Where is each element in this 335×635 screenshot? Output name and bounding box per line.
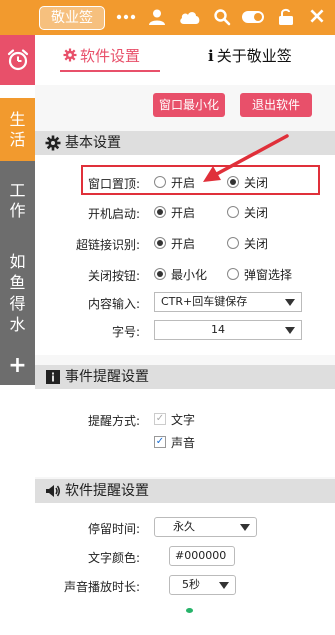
search-icon[interactable] <box>212 6 232 28</box>
hyperlink-label: 超链接识别: <box>75 238 140 252</box>
content-input-select[interactable]: CTR+回车键保存 <box>154 292 302 312</box>
close-icon[interactable]: × <box>306 6 328 28</box>
startup-off-text: 关闭 <box>244 206 269 220</box>
info-icon <box>46 370 60 384</box>
close-button-label: 关闭按钮: <box>87 269 140 283</box>
top-bar: 敬业签 × <box>0 0 335 35</box>
tab-software-settings[interactable]: 软件设置 <box>63 41 140 71</box>
info-icon: i <box>208 47 214 65</box>
font-size-value: 14 <box>211 323 225 336</box>
close-minimize-text: 最小化 <box>171 268 208 282</box>
software-reminder-body: 停留时间: 永久 文字颜色: #000000 声音播放时长: 5秒 <box>35 503 335 635</box>
gear-icon <box>45 135 61 151</box>
chevron-down-icon <box>219 582 229 589</box>
startup-on-text: 开启 <box>171 206 196 220</box>
left-sidebar: 生 活 工 作 如 鱼 得 水 + <box>0 35 35 635</box>
chevron-down-icon <box>240 524 250 531</box>
user-icon[interactable] <box>146 6 168 28</box>
software-reminder-header: 软件提醒设置 <box>35 479 335 503</box>
sidebar-item-life[interactable]: 生 活 <box>0 98 35 161</box>
exit-software-button[interactable]: 退出软件 <box>240 93 312 117</box>
startup-off-radio[interactable] <box>227 206 239 218</box>
text-color-input[interactable]: #000000 <box>169 546 235 566</box>
toggle-icon[interactable] <box>240 6 266 28</box>
speaker-icon <box>46 485 60 497</box>
tab-software-settings-label: 软件设置 <box>80 47 141 65</box>
content-input-label: 内容输入: <box>87 297 140 311</box>
stay-time-label: 停留时间: <box>87 522 140 536</box>
close-popup-text: 弹窗选择 <box>244 268 293 282</box>
sound-duration-label: 声音播放时长: <box>63 580 140 594</box>
sound-reminder-checkbox[interactable]: ✓ <box>154 436 166 448</box>
settings-panel: 软件设置 i 关于敬业签 窗口最小化 退出软件 基本设置 窗口置顶: 开启 关闭 … <box>35 35 335 635</box>
close-popup-radio[interactable] <box>227 268 239 280</box>
app-logo: 敬业签 <box>39 6 105 30</box>
scroll-indicator <box>186 608 193 613</box>
font-size-label: 字号: <box>111 325 140 339</box>
gear-icon <box>63 48 77 62</box>
content-input-value: CTR+回车键保存 <box>161 295 248 308</box>
add-category-button[interactable]: + <box>0 345 35 385</box>
sound-duration-select[interactable]: 5秒 <box>169 575 236 595</box>
event-reminder-header: 事件提醒设置 <box>35 365 335 389</box>
cloud-icon[interactable] <box>178 6 202 28</box>
settings-tabs: 软件设置 i 关于敬业签 <box>35 35 335 85</box>
chevron-down-icon <box>285 299 295 306</box>
font-size-select[interactable]: 14 <box>154 320 302 340</box>
chevron-down-icon <box>285 327 295 334</box>
sidebar-blank <box>0 385 35 635</box>
hyperlink-off-text: 关闭 <box>244 237 269 251</box>
basic-settings-title: 基本设置 <box>65 135 121 151</box>
minimize-window-button[interactable]: 窗口最小化 <box>153 93 225 117</box>
active-tab-underline <box>60 70 160 72</box>
sound-reminder-text: 声音 <box>171 436 196 450</box>
reminder-method-label: 提醒方式: <box>87 414 140 428</box>
hyperlink-on-text: 开启 <box>171 237 196 251</box>
tab-about-label: 关于敬业签 <box>216 47 292 65</box>
hyperlink-off-radio[interactable] <box>227 237 239 249</box>
text-reminder-text: 文字 <box>171 413 196 427</box>
tab-about[interactable]: i 关于敬业签 <box>208 41 292 71</box>
software-reminder-title: 软件提醒设置 <box>65 483 149 499</box>
event-reminder-title: 事件提醒设置 <box>65 369 149 385</box>
startup-label: 开机启动: <box>87 207 140 221</box>
annotation-arrow-icon <box>203 134 289 182</box>
text-color-label: 文字颜色: <box>87 551 140 565</box>
stay-time-select[interactable]: 永久 <box>154 517 257 537</box>
sidebar-item-ruyudeshui[interactable]: 如 鱼 得 水 <box>0 241 35 345</box>
more-dots-icon[interactable] <box>115 6 137 28</box>
startup-on-radio[interactable] <box>154 206 166 218</box>
stay-time-value: 永久 <box>173 520 195 533</box>
event-reminder-body: 提醒方式: ✓ 文字 ✓ 声音 <box>35 389 335 477</box>
sidebar-item-work[interactable]: 工 作 <box>0 161 35 241</box>
text-reminder-checkbox[interactable]: ✓ <box>154 413 166 425</box>
close-minimize-radio[interactable] <box>154 268 166 280</box>
alarm-clock-icon[interactable] <box>0 35 35 85</box>
sound-duration-value: 5秒 <box>182 578 200 591</box>
hyperlink-on-radio[interactable] <box>154 237 166 249</box>
lock-icon[interactable] <box>276 6 296 28</box>
